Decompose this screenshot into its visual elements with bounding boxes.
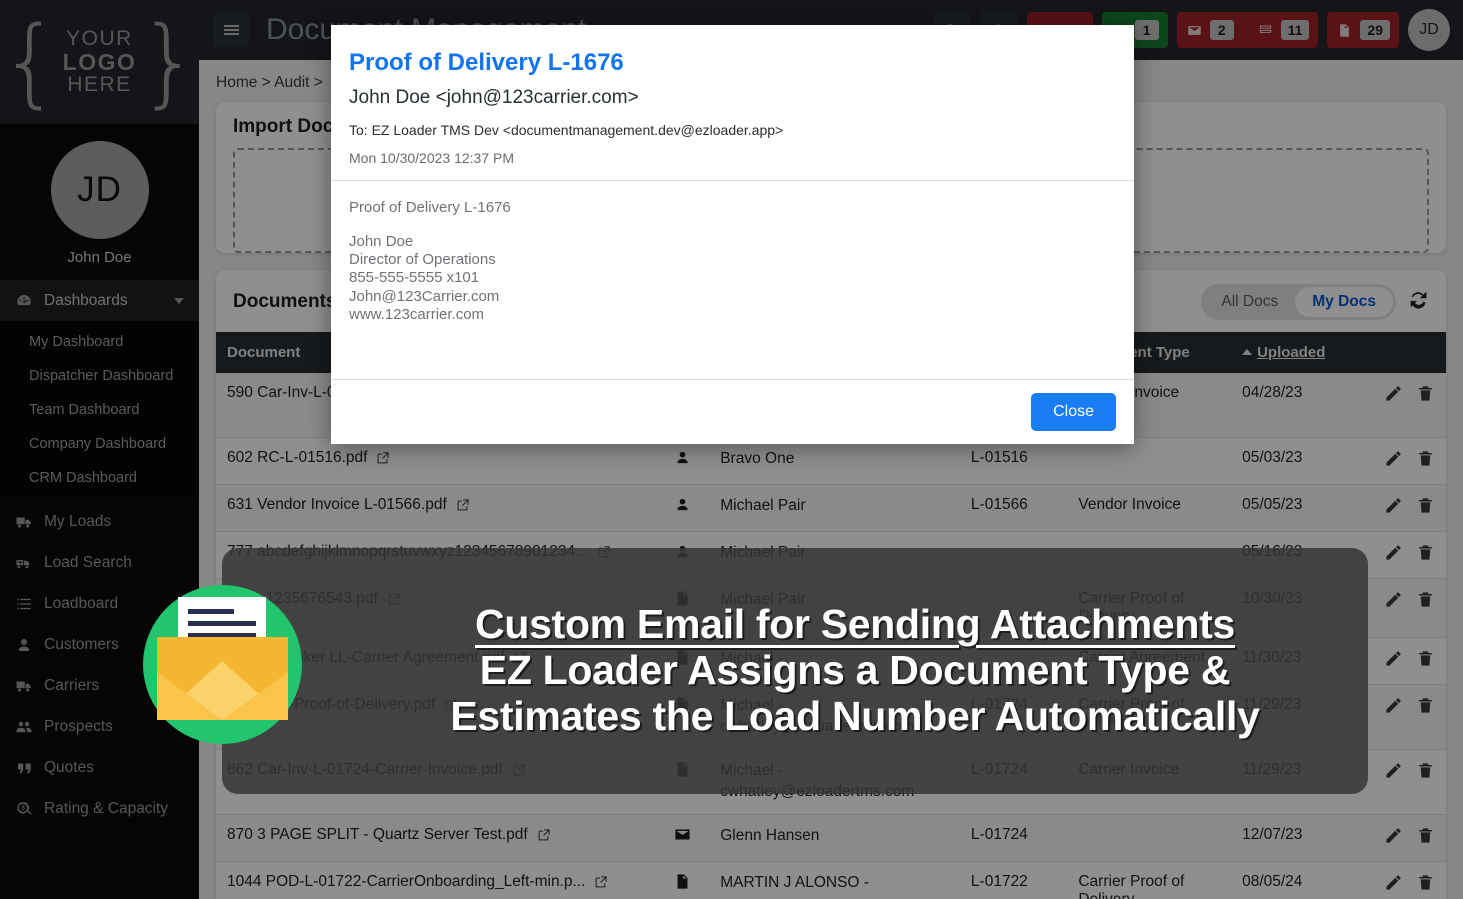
email-body: Proof of Delivery L-1676 John Doe Director… xyxy=(331,181,1134,379)
email-preview-modal: Proof of Delivery L-1676 John Doe <john@… xyxy=(331,25,1134,444)
caption-line-2: EZ Loader Assigns a Document Type & xyxy=(479,647,1231,694)
body-line: John Doe xyxy=(349,233,414,251)
caption-line-1: Custom Email for Sending Attachments xyxy=(475,601,1235,648)
app-root: { YOUR LOGO HERE } JD John Doe Dashboard… xyxy=(0,0,1463,899)
body-line: Proof of Delivery L-1676 xyxy=(349,199,511,216)
email-subject: Proof of Delivery L-1676 xyxy=(349,49,624,76)
email-from: John Doe <john@123carrier.com> xyxy=(349,87,639,108)
email-attachment-icon xyxy=(143,585,302,744)
caption-overlay: Custom Email for Sending Attachments EZ … xyxy=(222,548,1368,794)
modal-header: Proof of Delivery L-1676 John Doe <john@… xyxy=(331,25,1134,181)
envelope-front xyxy=(157,672,288,720)
body-line: 855-555-5555 x101 xyxy=(349,269,480,287)
email-to: To: EZ Loader TMS Dev <documentmanagemen… xyxy=(349,122,784,138)
modal-footer: Close xyxy=(331,379,1134,444)
body-line: www.123carrier.com xyxy=(349,305,485,323)
body-line: Director of Operations xyxy=(349,251,496,269)
close-button[interactable]: Close xyxy=(1031,393,1116,431)
caption-line-3: Estimates the Load Number Automatically xyxy=(450,692,1260,739)
email-date: Mon 10/30/2023 12:37 PM xyxy=(349,150,515,166)
body-line: John@123Carrier.com xyxy=(349,287,500,305)
